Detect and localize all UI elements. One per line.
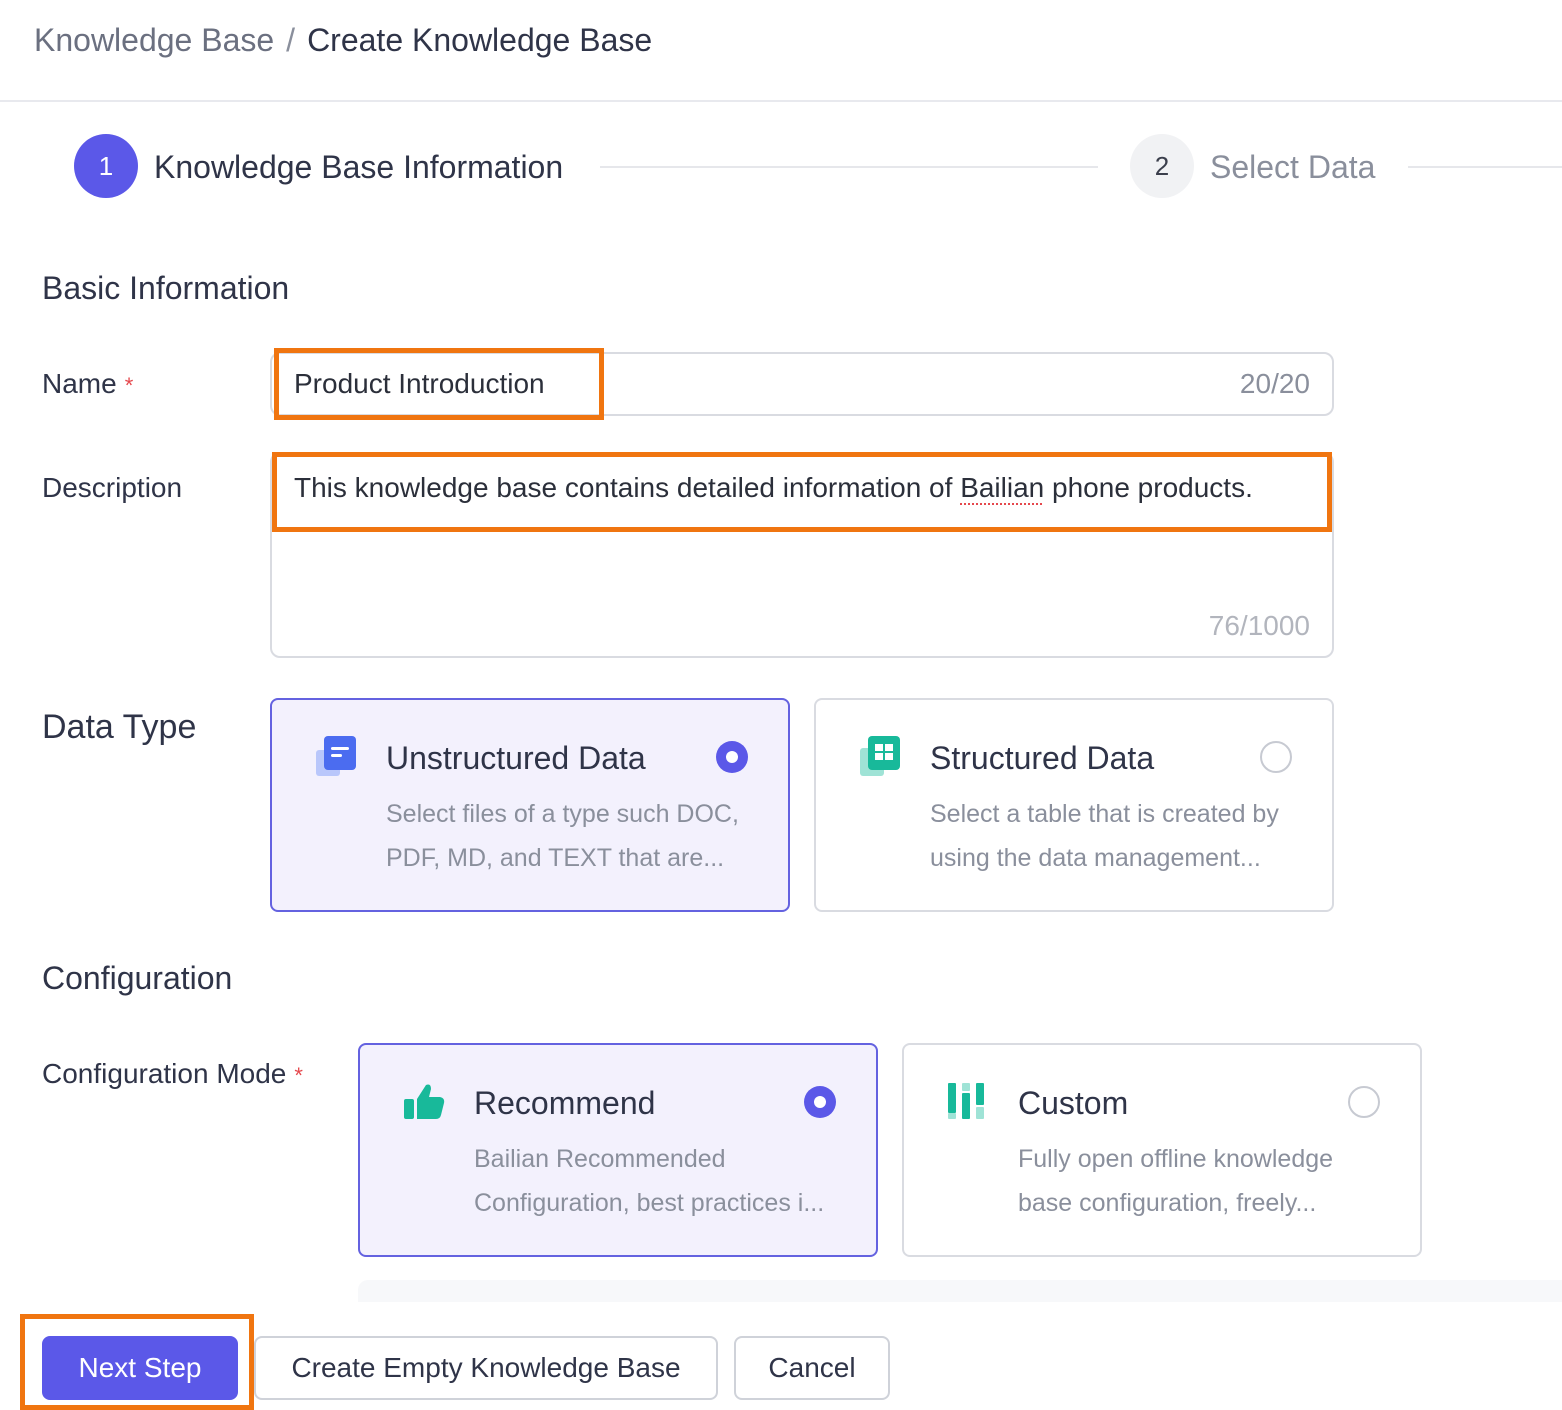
step-1-label: Knowledge Base Information — [154, 149, 564, 185]
page-title: Create Knowledge Base — [307, 22, 653, 58]
unstructured-data-desc-line1: Select files of a type such DOC, — [386, 800, 739, 828]
structured-data-desc-line1: Select a table that is created by — [930, 800, 1279, 828]
breadcrumb-knowledge-base-link[interactable]: Knowledge Base — [34, 22, 274, 58]
step-2-indicator: 2 — [1130, 134, 1194, 198]
custom-desc-line1: Fully open offline knowledge — [1018, 1145, 1334, 1173]
unstructured-data-card[interactable]: Unstructured Data Select files of a type… — [270, 698, 790, 912]
name-input-value[interactable]: Product Introduction — [294, 366, 545, 402]
description-text-part2: phone products. — [1044, 472, 1253, 503]
unstructured-data-radio[interactable] — [716, 741, 748, 773]
structured-data-card[interactable]: Structured Data Select a table that is c… — [814, 698, 1334, 912]
recommend-desc-line1: Bailian Recommended — [474, 1145, 726, 1173]
create-empty-knowledge-base-button[interactable]: Create Empty Knowledge Base — [254, 1336, 718, 1400]
unstructured-data-desc-line2: PDF, MD, and TEXT that are... — [386, 844, 725, 872]
table-icon — [860, 736, 900, 776]
required-mark: * — [124, 372, 134, 398]
configuration-mode-label-text: Configuration Mode — [42, 1058, 287, 1089]
description-text-part1: This knowledge base contains detailed in… — [294, 472, 961, 503]
name-label: Name * — [42, 368, 133, 400]
breadcrumb: Knowledge Base / Create Knowledge Base — [34, 18, 652, 62]
configuration-mode-label: Configuration Mode * — [42, 1058, 303, 1090]
breadcrumb-separator: / — [286, 22, 296, 58]
basic-information-title: Basic Information — [42, 270, 290, 306]
structured-data-desc-line2: using the data management... — [930, 844, 1261, 872]
recommend-desc-line2: Configuration, best practices i... — [474, 1189, 825, 1217]
structured-data-radio[interactable] — [1260, 741, 1292, 773]
configuration-title: Configuration — [42, 960, 233, 996]
cancel-button[interactable]: Cancel — [734, 1336, 890, 1400]
custom-radio[interactable] — [1348, 1086, 1380, 1118]
document-icon — [316, 736, 356, 776]
unstructured-data-title: Unstructured Data — [386, 740, 646, 776]
step-connector — [600, 166, 1098, 168]
structured-data-title: Structured Data — [930, 740, 1155, 776]
next-step-button[interactable]: Next Step — [42, 1336, 238, 1400]
description-value[interactable]: This knowledge base contains detailed in… — [294, 470, 1253, 506]
recommend-card[interactable]: Recommend Bailian Recommended Configurat… — [358, 1043, 878, 1257]
custom-desc-line2: base configuration, freely... — [1018, 1189, 1317, 1217]
custom-title: Custom — [1018, 1085, 1129, 1121]
data-type-title: Data Type — [42, 708, 197, 746]
required-mark: * — [294, 1062, 303, 1088]
description-label: Description — [42, 472, 183, 503]
header-divider — [0, 100, 1562, 102]
spellcheck-word: Bailian — [960, 472, 1045, 503]
step-1-indicator: 1 — [74, 134, 138, 198]
content-shade — [358, 1280, 1562, 1304]
sliders-icon — [948, 1083, 984, 1119]
name-label-text: Name — [42, 368, 117, 399]
step-2-label: Select Data — [1210, 149, 1376, 185]
recommend-radio[interactable] — [804, 1086, 836, 1118]
thumbs-up-icon — [404, 1084, 445, 1119]
name-char-count: 20/20 — [1239, 368, 1310, 399]
custom-card[interactable]: Custom Fully open offline knowledge base… — [902, 1043, 1422, 1257]
description-char-count: 76/1000 — [1208, 610, 1310, 641]
recommend-title: Recommend — [474, 1085, 656, 1121]
step-connector-trailing — [1408, 166, 1562, 168]
